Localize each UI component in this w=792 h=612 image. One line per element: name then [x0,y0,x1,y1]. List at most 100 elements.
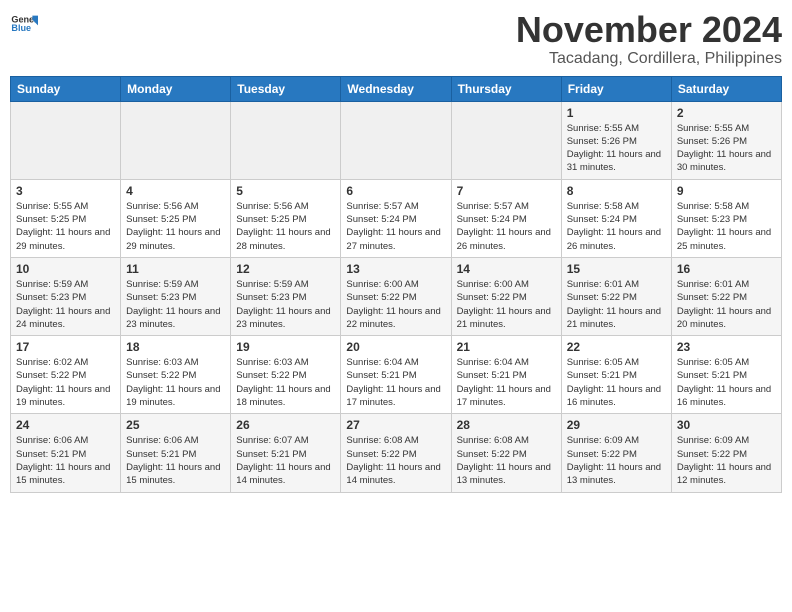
day-number: 24 [16,418,115,432]
day-number: 29 [567,418,666,432]
day-cell: 28Sunrise: 6:08 AM Sunset: 5:22 PM Dayli… [451,414,561,492]
day-number: 30 [677,418,776,432]
day-cell: 17 Sunrise: 6:02 AM Sunset: 5:22 PM Dayli… [11,336,121,414]
weekday-header-tuesday: Tuesday [231,76,341,101]
day-number: 9 [677,184,776,198]
day-number: 16 [677,262,776,276]
day-info: Sunrise: 6:06 AM Sunset: 5:21 PM Dayligh… [126,434,225,487]
day-cell: 15Sunrise: 6:01 AM Sunset: 5:22 PM Dayli… [561,257,671,335]
day-cell: 19Sunrise: 6:03 AM Sunset: 5:22 PM Dayli… [231,336,341,414]
day-number: 8 [567,184,666,198]
day-number: 11 [126,262,225,276]
day-number: 5 [236,184,335,198]
day-number: 22 [567,340,666,354]
weekday-header-thursday: Thursday [451,76,561,101]
day-cell: 1 Sunrise: 5:55 AM Sunset: 5:26 PM Daylig… [561,101,671,179]
day-number: 3 [16,184,115,198]
day-number: 20 [346,340,445,354]
day-number: 23 [677,340,776,354]
weekday-header-wednesday: Wednesday [341,76,451,101]
weekday-header-friday: Friday [561,76,671,101]
week-row-4: 17 Sunrise: 6:02 AM Sunset: 5:22 PM Dayli… [11,336,782,414]
day-cell: 14Sunrise: 6:00 AM Sunset: 5:22 PM Dayli… [451,257,561,335]
day-cell [121,101,231,179]
week-row-3: 10Sunrise: 5:59 AM Sunset: 5:23 PM Dayli… [11,257,782,335]
month-title: November 2024 [516,10,782,50]
day-cell: 26 Sunrise: 6:07 AM Sunset: 5:21 PM Dayli… [231,414,341,492]
day-cell: 2 Sunrise: 5:55 AM Sunset: 5:26 PM Daylig… [671,101,781,179]
day-cell: 23 Sunrise: 6:05 AM Sunset: 5:21 PM Dayli… [671,336,781,414]
day-info: Sunrise: 6:01 AM Sunset: 5:22 PM Dayligh… [677,278,776,331]
day-cell: 20Sunrise: 6:04 AM Sunset: 5:21 PM Dayli… [341,336,451,414]
weekday-header-row: SundayMondayTuesdayWednesdayThursdayFrid… [11,76,782,101]
day-number: 17 [16,340,115,354]
day-number: 25 [126,418,225,432]
day-info: Sunrise: 6:00 AM Sunset: 5:22 PM Dayligh… [346,278,445,331]
day-number: 18 [126,340,225,354]
day-cell: 8 Sunrise: 5:58 AM Sunset: 5:24 PM Daylig… [561,179,671,257]
day-number: 27 [346,418,445,432]
calendar-table: SundayMondayTuesdayWednesdayThursdayFrid… [10,76,782,493]
day-cell: 3 Sunrise: 5:55 AM Sunset: 5:25 PM Daylig… [11,179,121,257]
day-info: Sunrise: 6:06 AM Sunset: 5:21 PM Dayligh… [16,434,115,487]
day-info: Sunrise: 5:55 AM Sunset: 5:25 PM Dayligh… [16,200,115,253]
day-cell: 10Sunrise: 5:59 AM Sunset: 5:23 PM Dayli… [11,257,121,335]
day-number: 12 [236,262,335,276]
day-cell: 9 Sunrise: 5:58 AM Sunset: 5:23 PM Daylig… [671,179,781,257]
day-cell: 21 Sunrise: 6:04 AM Sunset: 5:21 PM Dayli… [451,336,561,414]
day-number: 1 [567,106,666,120]
day-info: Sunrise: 6:04 AM Sunset: 5:21 PM Dayligh… [457,356,556,409]
day-cell [11,101,121,179]
day-info: Sunrise: 6:07 AM Sunset: 5:21 PM Dayligh… [236,434,335,487]
day-info: Sunrise: 6:05 AM Sunset: 5:21 PM Dayligh… [567,356,666,409]
day-number: 15 [567,262,666,276]
day-cell: 12 Sunrise: 5:59 AM Sunset: 5:23 PM Dayli… [231,257,341,335]
logo: General Blue [10,10,40,38]
day-number: 26 [236,418,335,432]
day-info: Sunrise: 5:58 AM Sunset: 5:24 PM Dayligh… [567,200,666,253]
page-header: General Blue November 2024 Tacadang, Cor… [10,10,782,68]
day-info: Sunrise: 6:09 AM Sunset: 5:22 PM Dayligh… [567,434,666,487]
day-number: 7 [457,184,556,198]
day-info: Sunrise: 6:02 AM Sunset: 5:22 PM Dayligh… [16,356,115,409]
day-cell: 25 Sunrise: 6:06 AM Sunset: 5:21 PM Dayli… [121,414,231,492]
day-cell: 24 Sunrise: 6:06 AM Sunset: 5:21 PM Dayli… [11,414,121,492]
day-number: 4 [126,184,225,198]
day-cell: 5 Sunrise: 5:56 AM Sunset: 5:25 PM Daylig… [231,179,341,257]
day-number: 6 [346,184,445,198]
day-info: Sunrise: 6:09 AM Sunset: 5:22 PM Dayligh… [677,434,776,487]
day-cell: 7 Sunrise: 5:57 AM Sunset: 5:24 PM Daylig… [451,179,561,257]
day-info: Sunrise: 5:56 AM Sunset: 5:25 PM Dayligh… [126,200,225,253]
svg-text:Blue: Blue [11,23,31,33]
day-cell: 4 Sunrise: 5:56 AM Sunset: 5:25 PM Daylig… [121,179,231,257]
weekday-header-saturday: Saturday [671,76,781,101]
logo-icon: General Blue [10,10,38,38]
day-info: Sunrise: 5:58 AM Sunset: 5:23 PM Dayligh… [677,200,776,253]
day-cell: 13 Sunrise: 6:00 AM Sunset: 5:22 PM Dayli… [341,257,451,335]
week-row-2: 3 Sunrise: 5:55 AM Sunset: 5:25 PM Daylig… [11,179,782,257]
day-number: 28 [457,418,556,432]
day-cell: 22 Sunrise: 6:05 AM Sunset: 5:21 PM Dayli… [561,336,671,414]
day-info: Sunrise: 5:59 AM Sunset: 5:23 PM Dayligh… [236,278,335,331]
day-number: 21 [457,340,556,354]
day-info: Sunrise: 5:57 AM Sunset: 5:24 PM Dayligh… [346,200,445,253]
day-info: Sunrise: 6:05 AM Sunset: 5:21 PM Dayligh… [677,356,776,409]
day-cell: 18Sunrise: 6:03 AM Sunset: 5:22 PM Dayli… [121,336,231,414]
day-number: 2 [677,106,776,120]
day-cell [341,101,451,179]
day-cell: 30 Sunrise: 6:09 AM Sunset: 5:22 PM Dayli… [671,414,781,492]
weekday-header-sunday: Sunday [11,76,121,101]
week-row-5: 24 Sunrise: 6:06 AM Sunset: 5:21 PM Dayli… [11,414,782,492]
location-title: Tacadang, Cordillera, Philippines [516,50,782,68]
title-block: November 2024 Tacadang, Cordillera, Phil… [516,10,782,68]
day-info: Sunrise: 5:55 AM Sunset: 5:26 PM Dayligh… [677,122,776,175]
day-cell: 29 Sunrise: 6:09 AM Sunset: 5:22 PM Dayli… [561,414,671,492]
day-info: Sunrise: 5:56 AM Sunset: 5:25 PM Dayligh… [236,200,335,253]
day-info: Sunrise: 5:59 AM Sunset: 5:23 PM Dayligh… [16,278,115,331]
day-cell: 6 Sunrise: 5:57 AM Sunset: 5:24 PM Daylig… [341,179,451,257]
day-info: Sunrise: 5:55 AM Sunset: 5:26 PM Dayligh… [567,122,666,175]
day-number: 13 [346,262,445,276]
day-info: Sunrise: 5:59 AM Sunset: 5:23 PM Dayligh… [126,278,225,331]
day-info: Sunrise: 6:03 AM Sunset: 5:22 PM Dayligh… [236,356,335,409]
day-info: Sunrise: 5:57 AM Sunset: 5:24 PM Dayligh… [457,200,556,253]
